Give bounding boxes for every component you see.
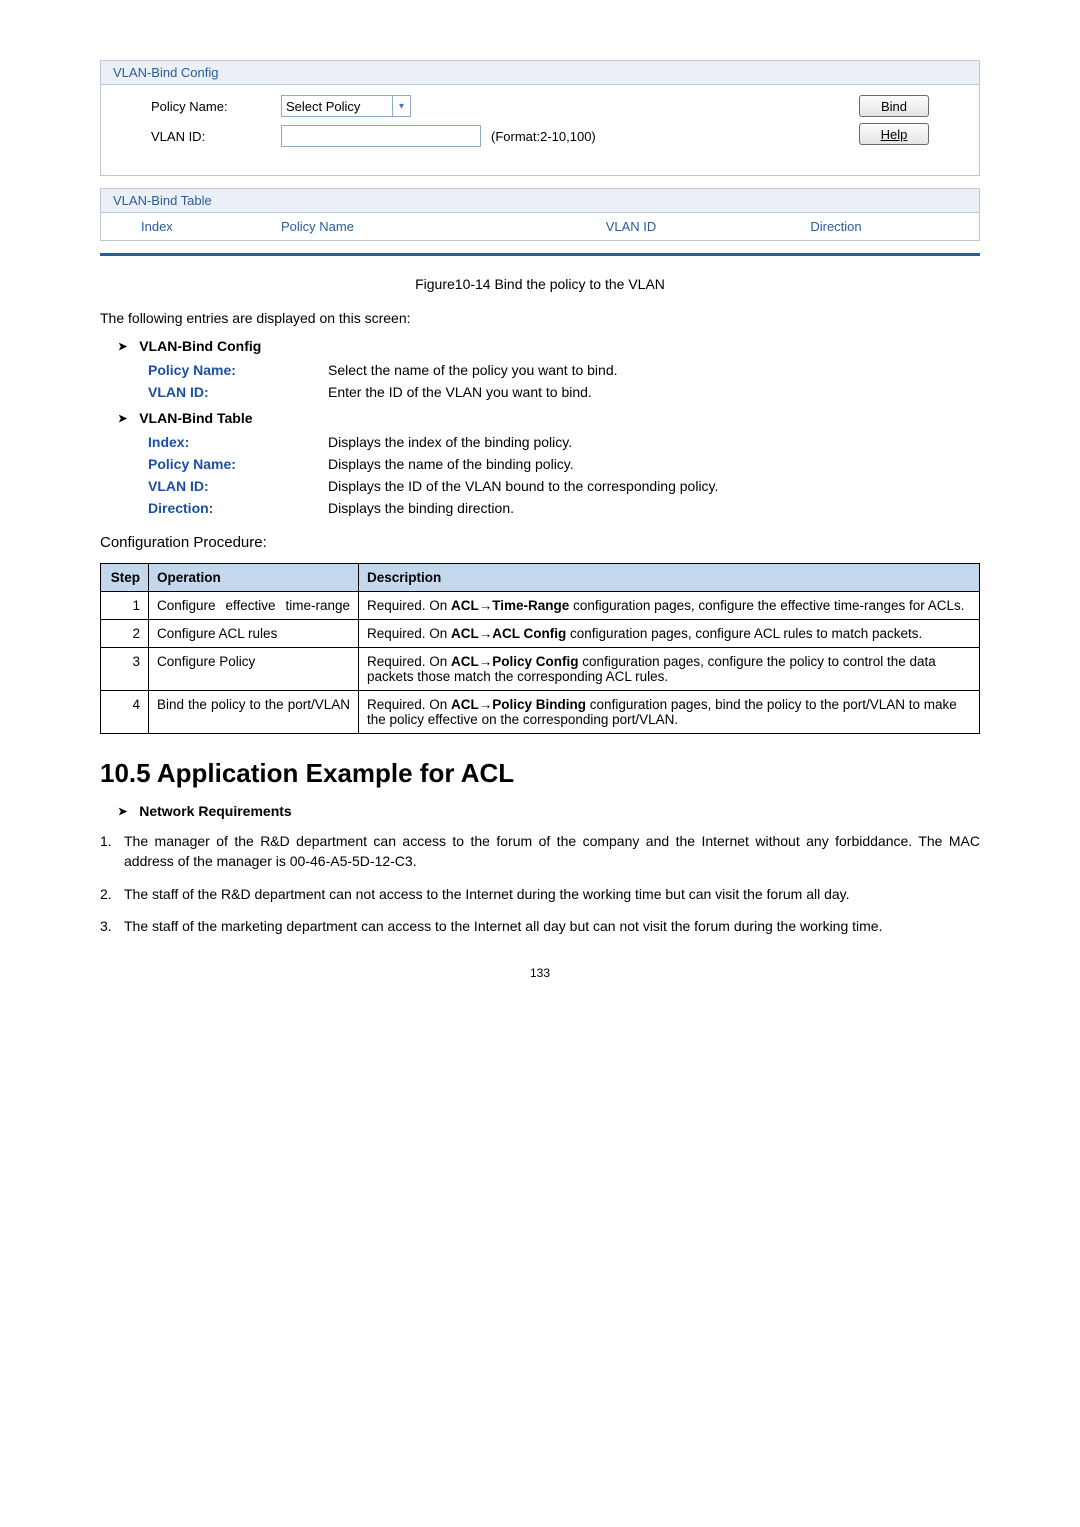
req-text: The staff of the R&D department can not … <box>124 884 980 904</box>
req-number: 3. <box>100 916 124 936</box>
arrow-icon: ➤ <box>118 340 127 353</box>
col-vlan-id: VLAN ID <box>501 219 761 234</box>
def-term: Policy Name: <box>148 456 328 472</box>
req-number: 2. <box>100 884 124 904</box>
def-desc: Displays the index of the binding policy… <box>328 434 980 450</box>
arrow-icon: ➤ <box>118 805 127 818</box>
cell-op: Configure ACL rules <box>149 620 359 648</box>
cell-desc: Required. On ACL→Time-Range configuratio… <box>359 592 980 620</box>
requirements-heading: ➤ Network Requirements <box>118 803 980 819</box>
procedure-table: Step Operation Description 1 Configure e… <box>100 563 980 734</box>
section-heading: ➤ VLAN-Bind Table <box>118 410 980 426</box>
def-term: Direction: <box>148 500 328 516</box>
vlan-bind-table-panel: VLAN-Bind Table Index Policy Name VLAN I… <box>100 188 980 241</box>
vlan-id-hint: (Format:2-10,100) <box>491 129 596 144</box>
section-heading: ➤ VLAN-Bind Config <box>118 338 980 354</box>
vlan-id-input[interactable] <box>281 125 481 147</box>
panel-title: VLAN-Bind Table <box>101 189 979 213</box>
def-desc: Select the name of the policy you want t… <box>328 362 980 378</box>
arrow-icon: ➤ <box>118 412 127 425</box>
cell-desc: Required. On ACL→Policy Binding configur… <box>359 691 980 734</box>
list-item: 2. The staff of the R&D department can n… <box>100 884 980 904</box>
th-step: Step <box>101 564 149 592</box>
table-header-row: Step Operation Description <box>101 564 980 592</box>
section-title: VLAN-Bind Config <box>139 338 261 354</box>
def-term: Index: <box>148 434 328 450</box>
table-row: 4 Bind the policy to the port/VLAN Requi… <box>101 691 980 734</box>
vlan-id-label: VLAN ID: <box>151 129 281 144</box>
cell-step: 1 <box>101 592 149 620</box>
list-item: 1. The manager of the R&D department can… <box>100 831 980 872</box>
definition-row: VLAN ID: Displays the ID of the VLAN bou… <box>148 478 980 494</box>
req-text: The manager of the R&D department can ac… <box>124 831 980 872</box>
cell-op: Configure effective time-range <box>149 592 359 620</box>
definition-row: VLAN ID: Enter the ID of the VLAN you wa… <box>148 384 980 400</box>
chevron-down-icon: ▾ <box>392 96 410 116</box>
def-term: VLAN ID: <box>148 478 328 494</box>
req-number: 1. <box>100 831 124 872</box>
cell-step: 4 <box>101 691 149 734</box>
policy-name-label: Policy Name: <box>151 99 281 114</box>
requirements-title: Network Requirements <box>139 803 291 819</box>
col-policy-name: Policy Name <box>281 219 501 234</box>
def-desc: Displays the ID of the VLAN bound to the… <box>328 478 980 494</box>
table-row: 2 Configure ACL rules Required. On ACL→A… <box>101 620 980 648</box>
vlan-bind-config-panel: VLAN-Bind Config Policy Name: Select Pol… <box>100 60 980 176</box>
policy-name-select[interactable]: Select Policy ▾ <box>281 95 411 117</box>
cell-op: Bind the policy to the port/VLAN <box>149 691 359 734</box>
def-term: VLAN ID: <box>148 384 328 400</box>
th-description: Description <box>359 564 980 592</box>
req-text: The staff of the marketing department ca… <box>124 916 980 936</box>
table-header-row: Index Policy Name VLAN ID Direction <box>101 213 979 240</box>
definition-row: Index: Displays the index of the binding… <box>148 434 980 450</box>
col-direction: Direction <box>761 219 911 234</box>
definition-row: Policy Name: Displays the name of the bi… <box>148 456 980 472</box>
definition-row: Policy Name: Select the name of the poli… <box>148 362 980 378</box>
definition-row: Direction: Displays the binding directio… <box>148 500 980 516</box>
section-heading: 10.5 Application Example for ACL <box>100 758 980 789</box>
th-operation: Operation <box>149 564 359 592</box>
table-row: 3 Configure Policy Required. On ACL→Poli… <box>101 648 980 691</box>
section-title: VLAN-Bind Table <box>139 410 252 426</box>
list-item: 3. The staff of the marketing department… <box>100 916 980 936</box>
cell-step: 3 <box>101 648 149 691</box>
def-desc: Displays the binding direction. <box>328 500 980 516</box>
figure-divider <box>100 253 980 256</box>
table-row: 1 Configure effective time-range Require… <box>101 592 980 620</box>
cell-step: 2 <box>101 620 149 648</box>
intro-text: The following entries are displayed on t… <box>100 310 980 326</box>
cell-desc: Required. On ACL→Policy Config configura… <box>359 648 980 691</box>
def-desc: Displays the name of the binding policy. <box>328 456 980 472</box>
cell-desc: Required. On ACL→ACL Config configuratio… <box>359 620 980 648</box>
figure-caption: Figure10-14 Bind the policy to the VLAN <box>100 276 980 292</box>
def-term: Policy Name: <box>148 362 328 378</box>
panel-title: VLAN-Bind Config <box>101 61 979 85</box>
procedure-title: Configuration Procedure: <box>100 534 980 551</box>
help-button[interactable]: Help <box>859 123 929 145</box>
page-number: 133 <box>100 966 980 980</box>
select-value: Select Policy <box>286 99 360 114</box>
bind-button[interactable]: Bind <box>859 95 929 117</box>
requirements-list: 1. The manager of the R&D department can… <box>100 831 980 936</box>
cell-op: Configure Policy <box>149 648 359 691</box>
def-desc: Enter the ID of the VLAN you want to bin… <box>328 384 980 400</box>
col-index: Index <box>141 219 281 234</box>
